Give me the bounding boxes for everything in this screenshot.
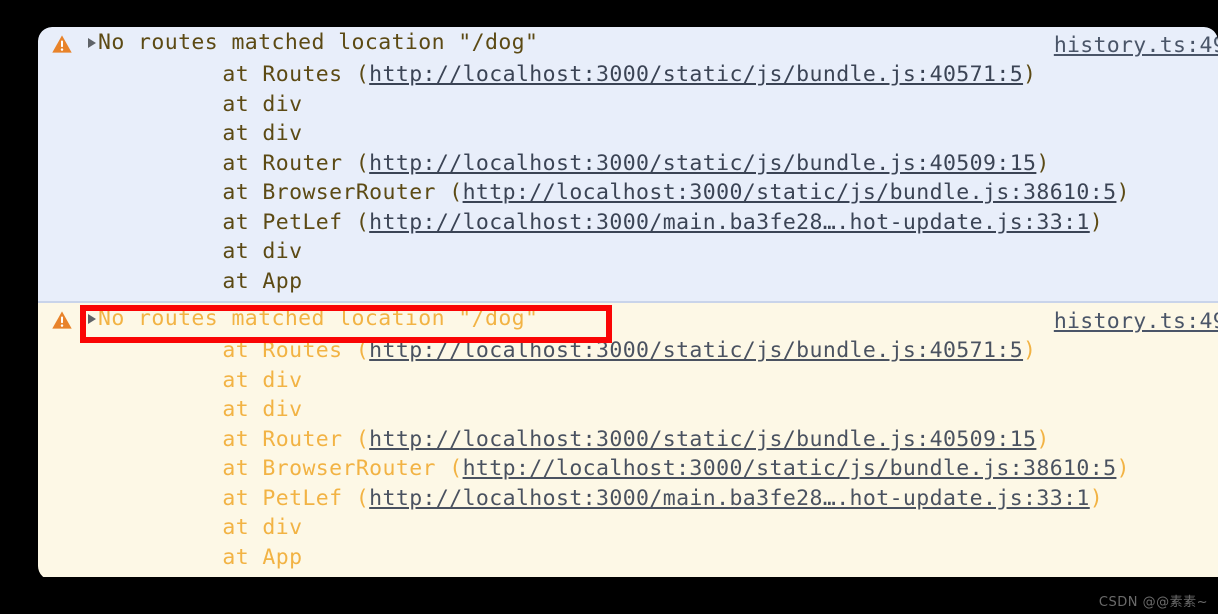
stack-frame-label: at Router (	[169, 150, 370, 176]
stack-frame-suffix: )	[1036, 426, 1050, 452]
stack-trace-warning: at Routes (http://localhost:3000/static/…	[38, 336, 1218, 572]
stack-frame-label: at Routes (	[169, 62, 370, 87]
stack-frame-label: at PetLef (	[169, 209, 370, 235]
stack-frame-url-link[interactable]: http://localhost:3000/static/js/bundle.j…	[369, 338, 1023, 363]
stack-frame-label: at div	[169, 367, 303, 393]
console-message-group-info[interactable]: No routes matched location "/dog" histor…	[38, 27, 1218, 301]
stack-frame-suffix: )	[1116, 456, 1130, 481]
stack-trace-line: at App	[38, 267, 1218, 297]
stack-frame-url-link[interactable]: http://localhost:3000/main.ba3fe28….hot-…	[369, 486, 1090, 511]
stack-trace-line: at BrowserRouter (http://localhost:3000/…	[38, 178, 1218, 208]
stack-trace-line: at div	[38, 237, 1218, 267]
stack-frame-suffix: )	[1023, 62, 1037, 87]
stack-trace-info: at Routes (http://localhost:3000/static/…	[38, 60, 1218, 296]
stack-frame-suffix: )	[1023, 338, 1037, 363]
stack-frame-label: at PetLef (	[169, 485, 370, 511]
stack-trace-line: at Routes (http://localhost:3000/static/…	[38, 336, 1218, 366]
console-message-header[interactable]: No routes matched location "/dog" histor…	[38, 27, 1218, 60]
source-location-link[interactable]: history.ts:49	[1054, 306, 1218, 337]
stack-trace-line: at div	[38, 90, 1218, 120]
console-message-text: No routes matched location "/dog"	[98, 30, 539, 55]
stack-trace-line: at App	[38, 543, 1218, 573]
disclosure-triangle-icon[interactable]	[88, 38, 96, 48]
stack-trace-line: at PetLef (http://localhost:3000/main.ba…	[38, 484, 1218, 514]
console-message-header[interactable]: No routes matched location "/dog" histor…	[38, 303, 1218, 336]
stack-frame-label: at App	[169, 544, 303, 570]
stack-trace-line: at BrowserRouter (http://localhost:3000/…	[38, 454, 1218, 484]
stack-frame-url-link[interactable]: http://localhost:3000/static/js/bundle.j…	[369, 427, 1036, 452]
stack-frame-label: at Routes (	[169, 338, 370, 363]
stack-frame-url-link[interactable]: http://localhost:3000/static/js/bundle.j…	[463, 180, 1117, 205]
stack-frame-label: at div	[169, 91, 303, 117]
stack-frame-label: at div	[169, 397, 303, 422]
console-message-group-warning[interactable]: No routes matched location "/dog" histor…	[38, 301, 1218, 577]
stack-frame-label: at BrowserRouter (	[169, 180, 463, 205]
stack-frame-suffix: )	[1116, 180, 1130, 205]
stack-frame-suffix: )	[1089, 209, 1104, 235]
stack-frame-label: at div	[169, 121, 303, 146]
stack-frame-suffix: )	[1089, 485, 1104, 511]
stack-trace-line: at div	[38, 119, 1218, 149]
stack-frame-url-link[interactable]: http://localhost:3000/static/js/bundle.j…	[369, 62, 1023, 87]
stack-trace-line: at PetLef (http://localhost:3000/main.ba…	[38, 208, 1218, 238]
stack-frame-label: at div	[169, 515, 303, 540]
console-message-text: No routes matched location "/dog"	[98, 306, 539, 331]
stack-frame-suffix: )	[1036, 150, 1050, 176]
stack-frame-url-link[interactable]: http://localhost:3000/static/js/bundle.j…	[369, 151, 1036, 176]
stack-frame-label: at div	[169, 239, 303, 264]
stack-frame-url-link[interactable]: http://localhost:3000/main.ba3fe28….hot-…	[369, 210, 1090, 235]
source-location-link[interactable]: history.ts:49	[1054, 30, 1218, 61]
stack-frame-label: at Router (	[169, 426, 370, 452]
stack-trace-line: at div	[38, 395, 1218, 425]
disclosure-triangle-icon[interactable]	[88, 314, 96, 324]
warning-triangle-icon	[52, 311, 72, 329]
stack-frame-label: at App	[169, 268, 303, 294]
stack-trace-line: at Router (http://localhost:3000/static/…	[38, 149, 1218, 179]
stack-trace-line: at Routes (http://localhost:3000/static/…	[38, 60, 1218, 90]
stack-frame-url-link[interactable]: http://localhost:3000/static/js/bundle.j…	[463, 456, 1117, 481]
stack-trace-line: at div	[38, 366, 1218, 396]
stack-frame-label: at BrowserRouter (	[169, 456, 463, 481]
console-log-panel: No routes matched location "/dog" histor…	[38, 27, 1218, 577]
stack-trace-line: at div	[38, 513, 1218, 543]
watermark-text: CSDN @@素素~	[1098, 595, 1208, 610]
stack-trace-line: at Router (http://localhost:3000/static/…	[38, 425, 1218, 455]
warning-triangle-icon	[52, 35, 72, 53]
